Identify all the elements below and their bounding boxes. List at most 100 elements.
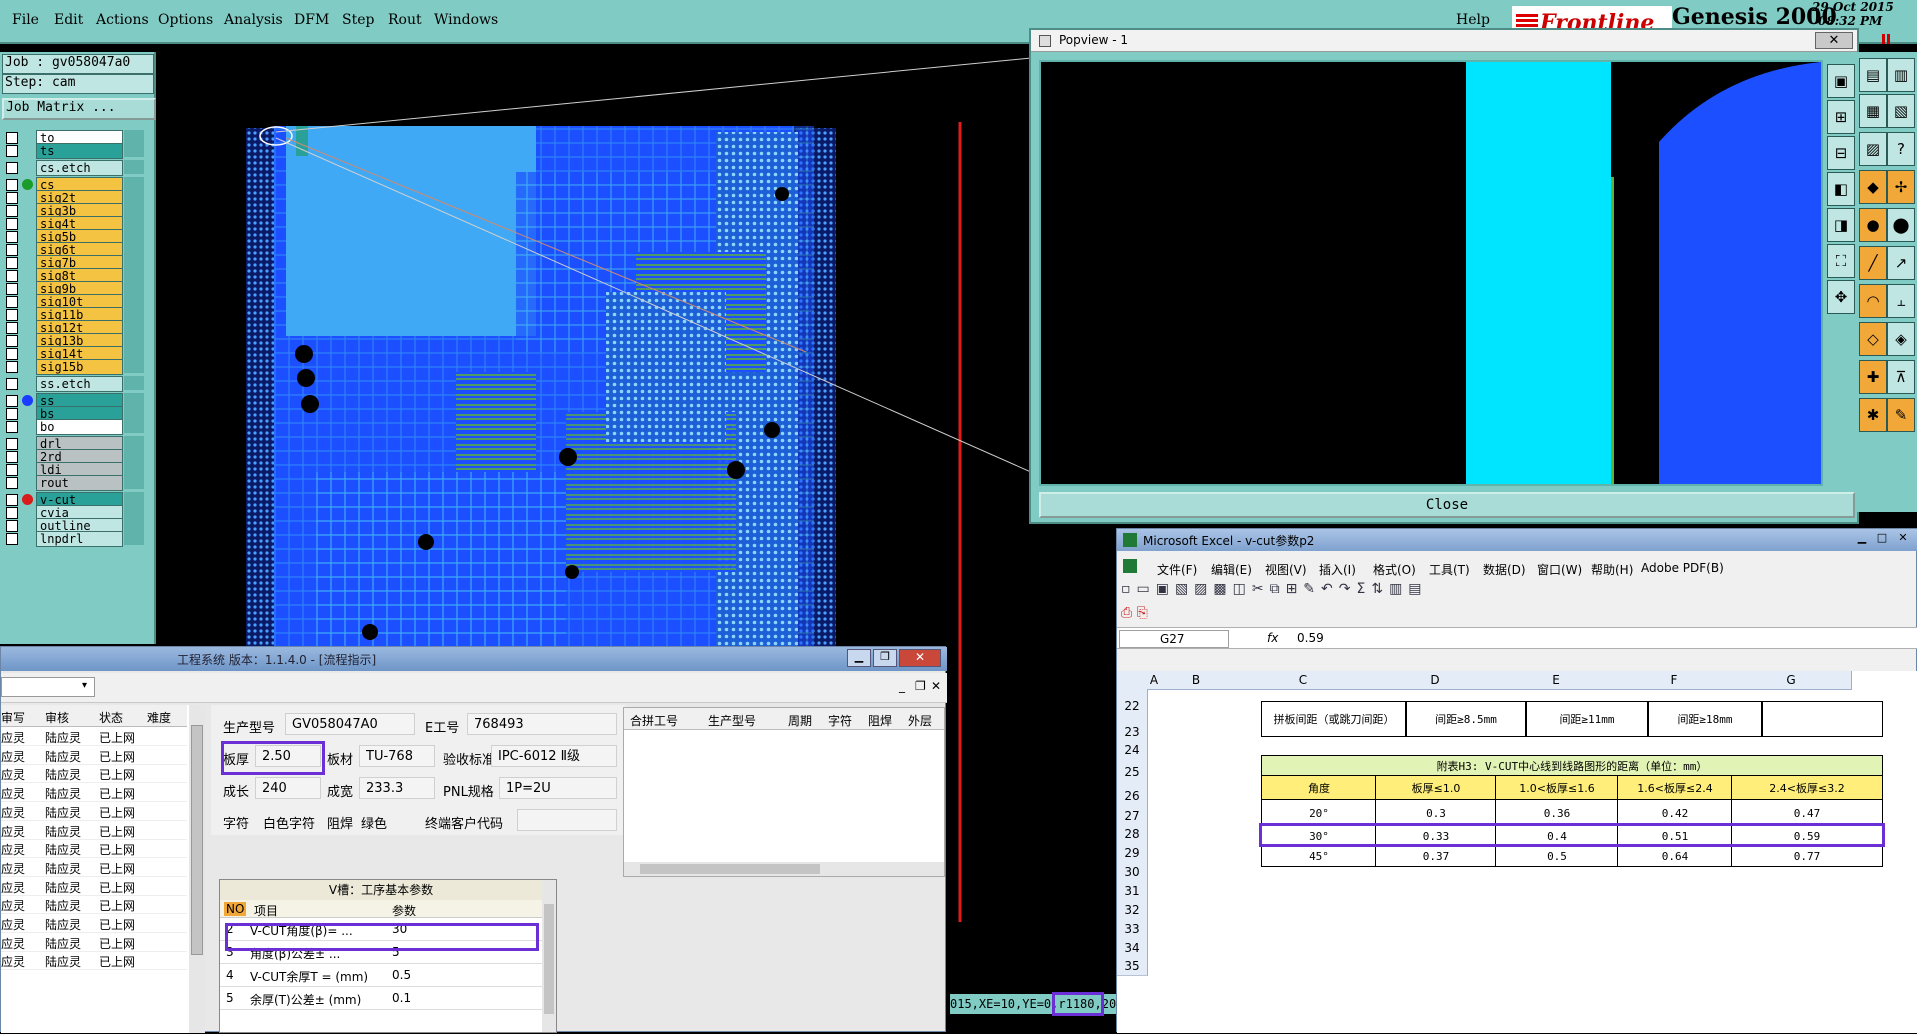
- inner-minimize-icon[interactable]: _: [899, 679, 905, 693]
- popview-close-button[interactable]: Close: [1039, 492, 1855, 518]
- xl-menu-view[interactable]: 视图(V): [1265, 561, 1307, 578]
- table-cell[interactable]: 45°: [1261, 845, 1377, 867]
- record-list[interactable]: 审写 审核 状态 难度 应灵 陆应灵 已上网 应灵 陆应灵 已上网 应灵 陆应灵 已上网 应灵 陆应灵 已上…: [1, 705, 205, 1033]
- table-row[interactable]: 应灵 陆应灵 已上网: [1, 764, 187, 784]
- layer-affected-toggle[interactable]: [124, 359, 144, 373]
- layer-row[interactable]: bo: [0, 419, 152, 435]
- layer-affected-toggle[interactable]: [124, 320, 144, 334]
- layer-affected-toggle[interactable]: [124, 268, 144, 282]
- row-header[interactable]: 30: [1117, 863, 1148, 882]
- horizontal-scrollbar-thumb[interactable]: [640, 864, 820, 874]
- tool-layers-icon[interactable]: ▥: [1887, 58, 1915, 92]
- layer-checkbox[interactable]: [6, 421, 18, 433]
- name-box[interactable]: G27: [1119, 630, 1229, 648]
- table-row[interactable]: 应灵 陆应灵 已上网: [1, 933, 187, 952]
- layer-affected-toggle[interactable]: [124, 281, 144, 295]
- layer-affected-toggle[interactable]: [124, 462, 144, 476]
- xl-menu-data[interactable]: 数据(D): [1483, 561, 1526, 578]
- layer-affected-toggle[interactable]: [124, 307, 144, 321]
- table-row[interactable]: 应灵 陆应灵 已上网: [1, 877, 187, 896]
- layer-checkbox[interactable]: [6, 162, 18, 174]
- length-field[interactable]: 240: [255, 777, 321, 799]
- layer-affected-toggle[interactable]: [124, 449, 144, 463]
- layer-affected-toggle[interactable]: [124, 436, 144, 450]
- tool-snap-icon[interactable]: ⫠: [1887, 284, 1915, 318]
- close-icon[interactable]: ✕: [1815, 32, 1853, 49]
- table-cell[interactable]: 0.5: [1495, 845, 1619, 867]
- menu-options[interactable]: Options: [158, 12, 213, 28]
- table-row[interactable]: 应灵 陆应灵 已上网: [1, 783, 187, 803]
- mask-field[interactable]: 绿色: [361, 813, 387, 832]
- col-header-c[interactable]: C: [1231, 671, 1376, 690]
- layer-checkbox[interactable]: [6, 145, 18, 157]
- col-header-f[interactable]: F: [1617, 671, 1732, 690]
- cell-e22[interactable]: 间距≥11mm: [1525, 701, 1649, 737]
- tool-copy-icon[interactable]: ◇: [1859, 322, 1887, 356]
- layer-affected-toggle[interactable]: [124, 177, 144, 191]
- layer-affected-toggle[interactable]: [124, 406, 144, 420]
- corner-cell[interactable]: [1117, 671, 1148, 690]
- table-header-cell[interactable]: 2.4<板厚≤3.2: [1731, 775, 1883, 801]
- table-row[interactable]: 应灵 陆应灵 已上网: [1, 746, 187, 765]
- table-row[interactable]: 应灵 陆应灵 已上网: [1, 951, 187, 971]
- table-row[interactable]: 应灵 陆应灵 已上网: [1, 895, 187, 915]
- layer-affected-toggle[interactable]: [124, 505, 144, 519]
- pause-icon[interactable]: [1882, 34, 1890, 44]
- layer-name[interactable]: cs.etch: [36, 160, 123, 176]
- vgroove-scrollbar-thumb[interactable]: [544, 904, 554, 1014]
- table-row[interactable]: 应灵 陆应灵 已上网: [1, 727, 187, 746]
- layer-affected-toggle[interactable]: [124, 419, 144, 433]
- table-header-cell[interactable]: 板厚≤1.0: [1375, 775, 1497, 801]
- tool-grid-icon[interactable]: ▧: [1887, 94, 1915, 128]
- step-field[interactable]: Step: cam: [2, 74, 154, 94]
- tool-slot-icon[interactable]: ⊼: [1887, 360, 1915, 394]
- row-header[interactable]: 35: [1117, 957, 1148, 976]
- layer-affected-toggle[interactable]: [124, 294, 144, 308]
- tool-move-icon[interactable]: ✚: [1859, 360, 1887, 394]
- cell-d22[interactable]: 间距≥8.5mm: [1405, 701, 1527, 737]
- layer-affected-toggle[interactable]: [124, 255, 144, 269]
- table-cell[interactable]: 0.37: [1375, 845, 1497, 867]
- close-icon[interactable]: ✕: [899, 649, 941, 667]
- menu-actions[interactable]: Actions: [96, 12, 149, 28]
- table-row[interactable]: 应灵 陆应灵 已上网: [1, 839, 187, 859]
- pnl-field[interactable]: 1P=2U: [499, 777, 617, 799]
- pdf-toolbar[interactable]: ⎙ ⎘: [1121, 605, 1181, 625]
- table-cell[interactable]: 0.77: [1731, 845, 1883, 867]
- layer-name[interactable]: sig15b: [36, 359, 123, 375]
- layer-affected-toggle[interactable]: [124, 143, 144, 157]
- restore-icon[interactable]: ❐: [873, 649, 897, 667]
- cell-g22[interactable]: [1761, 701, 1883, 737]
- table-title[interactable]: 附表H3: V-CUT中心线到线路图形的距离（单位：mm）: [1261, 755, 1883, 777]
- help-icon[interactable]: ?: [1887, 132, 1915, 166]
- job-matrix-button[interactable]: Job Matrix ...: [2, 98, 156, 120]
- layer-affected-toggle[interactable]: [124, 346, 144, 360]
- xl-menu-window[interactable]: 窗口(W): [1537, 561, 1582, 578]
- layer-affected-toggle[interactable]: [124, 518, 144, 532]
- popview-canvas[interactable]: [1039, 60, 1823, 486]
- maximize-icon[interactable]: □: [1873, 531, 1891, 547]
- tool-frame-icon[interactable]: ▤: [1859, 58, 1887, 92]
- layer-row[interactable]: sig15b: [0, 359, 152, 375]
- col-header-a[interactable]: A: [1147, 671, 1162, 690]
- xl-menu-help[interactable]: 帮助(H): [1591, 561, 1633, 578]
- layer-affected-toggle[interactable]: [124, 475, 144, 489]
- layer-name[interactable]: ts: [36, 143, 123, 159]
- layer-name[interactable]: bo: [36, 419, 123, 435]
- layer-name[interactable]: lnpdrl: [36, 531, 123, 547]
- width-field[interactable]: 233.3: [359, 777, 435, 799]
- layer-checkbox[interactable]: [6, 361, 18, 373]
- eno-field[interactable]: 768493: [467, 713, 617, 735]
- col-header-g[interactable]: G: [1731, 671, 1852, 690]
- center-icon[interactable]: ✥: [1827, 280, 1855, 314]
- tool-net-icon[interactable]: ◆: [1859, 170, 1887, 204]
- row-header[interactable]: 33: [1117, 919, 1148, 940]
- zoom-out-icon[interactable]: ⊟: [1827, 136, 1855, 170]
- job-field[interactable]: Job : gv058047a0: [2, 54, 154, 74]
- filter-dropdown[interactable]: ▾: [1, 677, 95, 697]
- minimize-icon[interactable]: ▁: [1853, 531, 1871, 547]
- layer-row[interactable]: ts: [0, 143, 152, 159]
- menu-rout[interactable]: Rout: [388, 12, 422, 28]
- xl-menu-insert[interactable]: 插入(I): [1319, 561, 1356, 578]
- tool-arc-icon[interactable]: ◠: [1859, 284, 1887, 318]
